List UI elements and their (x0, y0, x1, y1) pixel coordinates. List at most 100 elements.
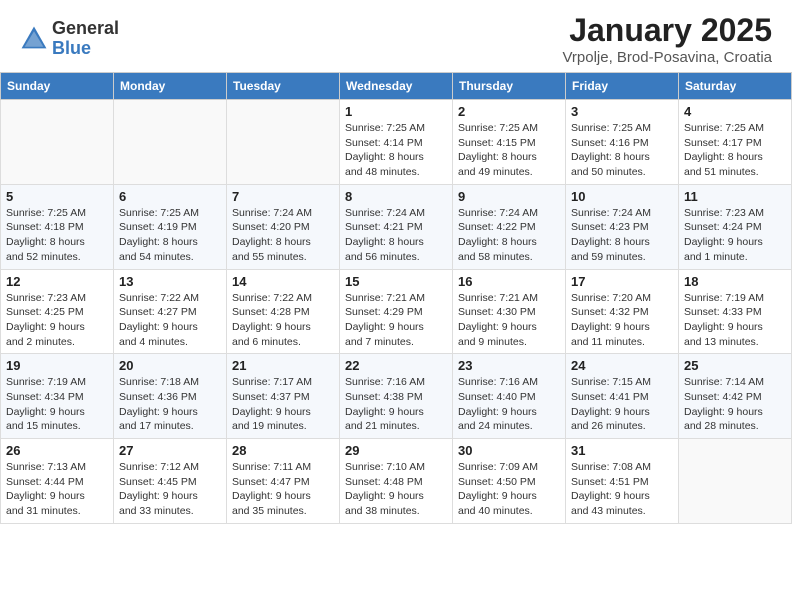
weekday-header-cell: Friday (566, 73, 679, 100)
calendar-cell (227, 100, 340, 185)
day-number: 1 (345, 104, 447, 119)
calendar-cell: 31 Sunrise: 7:08 AMSunset: 4:51 PMDayligh… (566, 439, 679, 524)
calendar-cell: 3 Sunrise: 7:25 AMSunset: 4:16 PMDaylight… (566, 100, 679, 185)
calendar-cell: 19 Sunrise: 7:19 AMSunset: 4:34 PMDayligh… (1, 354, 114, 439)
logo-general: General (52, 19, 119, 39)
calendar-cell: 27 Sunrise: 7:12 AMSunset: 4:45 PMDayligh… (114, 439, 227, 524)
calendar-cell: 23 Sunrise: 7:16 AMSunset: 4:40 PMDayligh… (453, 354, 566, 439)
day-info: Sunrise: 7:11 AMSunset: 4:47 PMDaylight:… (232, 460, 334, 519)
day-info: Sunrise: 7:12 AMSunset: 4:45 PMDaylight:… (119, 460, 221, 519)
calendar-cell (679, 439, 792, 524)
day-info: Sunrise: 7:15 AMSunset: 4:41 PMDaylight:… (571, 375, 673, 434)
location-title: Vrpolje, Brod-Posavina, Croatia (562, 49, 772, 66)
calendar-cell: 6Sunrise: 7:25 AMSunset: 4:19 PMDaylight… (114, 184, 227, 269)
day-info: Sunrise: 7:23 AMSunset: 4:24 PMDaylight:… (684, 206, 786, 265)
day-number: 10 (571, 189, 673, 204)
day-number: 11 (684, 189, 786, 204)
calendar-cell: 8Sunrise: 7:24 AMSunset: 4:21 PMDaylight… (340, 184, 453, 269)
calendar-cell: 30Sunrise: 7:09 AMSunset: 4:50 PMDayligh… (453, 439, 566, 524)
day-number: 2 (458, 104, 560, 119)
day-number: 28 (232, 443, 334, 458)
day-info: Sunrise: 7:25 AMSunset: 4:14 PMDaylight:… (345, 121, 447, 180)
calendar-cell: 26 Sunrise: 7:13 AMSunset: 4:44 PMDayligh… (1, 439, 114, 524)
calendar-cell: 20 Sunrise: 7:18 AMSunset: 4:36 PMDayligh… (114, 354, 227, 439)
day-number: 4 (684, 104, 786, 119)
weekday-header-cell: Sunday (1, 73, 114, 100)
calendar-cell: 17 Sunrise: 7:20 AMSunset: 4:32 PMDayligh… (566, 269, 679, 354)
day-info: Sunrise: 7:21 AMSunset: 4:30 PMDaylight:… (458, 291, 560, 350)
day-number: 20 (119, 358, 221, 373)
day-info: Sunrise: 7:24 AMSunset: 4:22 PMDaylight:… (458, 206, 560, 265)
day-number: 23 (458, 358, 560, 373)
calendar-week-row: 19 Sunrise: 7:19 AMSunset: 4:34 PMDayligh… (1, 354, 792, 439)
day-info: Sunrise: 7:19 AMSunset: 4:34 PMDaylight:… (6, 375, 108, 434)
calendar-cell: 5Sunrise: 7:25 AMSunset: 4:18 PMDaylight… (1, 184, 114, 269)
calendar-cell: 18Sunrise: 7:19 AMSunset: 4:33 PMDayligh… (679, 269, 792, 354)
day-number: 27 (119, 443, 221, 458)
day-info: Sunrise: 7:25 AMSunset: 4:17 PMDaylight:… (684, 121, 786, 180)
day-info: Sunrise: 7:09 AMSunset: 4:50 PMDaylight:… (458, 460, 560, 519)
day-info: Sunrise: 7:21 AMSunset: 4:29 PMDaylight:… (345, 291, 447, 350)
weekday-header-cell: Tuesday (227, 73, 340, 100)
weekday-header-cell: Wednesday (340, 73, 453, 100)
day-number: 17 (571, 274, 673, 289)
calendar-cell: 25 Sunrise: 7:14 AMSunset: 4:42 PMDayligh… (679, 354, 792, 439)
day-number: 3 (571, 104, 673, 119)
calendar-cell: 16Sunrise: 7:21 AMSunset: 4:30 PMDayligh… (453, 269, 566, 354)
day-info: Sunrise: 7:16 AMSunset: 4:40 PMDaylight:… (458, 375, 560, 434)
weekday-header-cell: Thursday (453, 73, 566, 100)
calendar-week-row: 26 Sunrise: 7:13 AMSunset: 4:44 PMDayligh… (1, 439, 792, 524)
title-block: January 2025 Vrpolje, Brod-Posavina, Cro… (562, 12, 772, 66)
day-info: Sunrise: 7:13 AMSunset: 4:44 PMDaylight:… (6, 460, 108, 519)
day-info: Sunrise: 7:16 AMSunset: 4:38 PMDaylight:… (345, 375, 447, 434)
weekday-header-cell: Monday (114, 73, 227, 100)
day-info: Sunrise: 7:20 AMSunset: 4:32 PMDaylight:… (571, 291, 673, 350)
day-info: Sunrise: 7:24 AMSunset: 4:20 PMDaylight:… (232, 206, 334, 265)
day-number: 22 (345, 358, 447, 373)
calendar-cell: 1 Sunrise: 7:25 AMSunset: 4:14 PMDaylight… (340, 100, 453, 185)
day-number: 7 (232, 189, 334, 204)
calendar-cell: 7 Sunrise: 7:24 AMSunset: 4:20 PMDaylight… (227, 184, 340, 269)
day-number: 5 (6, 189, 108, 204)
calendar-cell: 28 Sunrise: 7:11 AMSunset: 4:47 PMDayligh… (227, 439, 340, 524)
logo-text: General Blue (52, 19, 119, 59)
day-number: 31 (571, 443, 673, 458)
day-info: Sunrise: 7:08 AMSunset: 4:51 PMDaylight:… (571, 460, 673, 519)
logo: General Blue (20, 19, 119, 59)
day-info: Sunrise: 7:22 AMSunset: 4:28 PMDaylight:… (232, 291, 334, 350)
calendar-cell: 10 Sunrise: 7:24 AMSunset: 4:23 PMDayligh… (566, 184, 679, 269)
calendar-cell: 21Sunrise: 7:17 AMSunset: 4:37 PMDayligh… (227, 354, 340, 439)
calendar-cell: 14 Sunrise: 7:22 AMSunset: 4:28 PMDayligh… (227, 269, 340, 354)
day-info: Sunrise: 7:24 AMSunset: 4:23 PMDaylight:… (571, 206, 673, 265)
weekday-header-cell: Saturday (679, 73, 792, 100)
calendar-cell: 13 Sunrise: 7:22 AMSunset: 4:27 PMDayligh… (114, 269, 227, 354)
calendar-week-row: 12 Sunrise: 7:23 AMSunset: 4:25 PMDayligh… (1, 269, 792, 354)
day-number: 13 (119, 274, 221, 289)
calendar-cell: 9Sunrise: 7:24 AMSunset: 4:22 PMDaylight… (453, 184, 566, 269)
day-info: Sunrise: 7:25 AMSunset: 4:19 PMDaylight:… (119, 206, 221, 265)
calendar-table: SundayMondayTuesdayWednesdayThursdayFrid… (0, 72, 792, 524)
day-number: 26 (6, 443, 108, 458)
day-number: 21 (232, 358, 334, 373)
day-info: Sunrise: 7:14 AMSunset: 4:42 PMDaylight:… (684, 375, 786, 434)
day-info: Sunrise: 7:25 AMSunset: 4:16 PMDaylight:… (571, 121, 673, 180)
weekday-header-row: SundayMondayTuesdayWednesdayThursdayFrid… (1, 73, 792, 100)
day-info: Sunrise: 7:18 AMSunset: 4:36 PMDaylight:… (119, 375, 221, 434)
day-number: 14 (232, 274, 334, 289)
calendar-cell: 2Sunrise: 7:25 AMSunset: 4:15 PMDaylight… (453, 100, 566, 185)
page-header: General Blue January 2025 Vrpolje, Brod-… (0, 0, 792, 72)
calendar-cell (114, 100, 227, 185)
day-number: 15 (345, 274, 447, 289)
day-info: Sunrise: 7:22 AMSunset: 4:27 PMDaylight:… (119, 291, 221, 350)
day-number: 29 (345, 443, 447, 458)
day-number: 25 (684, 358, 786, 373)
month-title: January 2025 (562, 12, 772, 49)
day-info: Sunrise: 7:10 AMSunset: 4:48 PMDaylight:… (345, 460, 447, 519)
calendar-cell: 12 Sunrise: 7:23 AMSunset: 4:25 PMDayligh… (1, 269, 114, 354)
day-info: Sunrise: 7:23 AMSunset: 4:25 PMDaylight:… (6, 291, 108, 350)
calendar-cell: 24Sunrise: 7:15 AMSunset: 4:41 PMDayligh… (566, 354, 679, 439)
day-number: 8 (345, 189, 447, 204)
day-number: 19 (6, 358, 108, 373)
day-number: 12 (6, 274, 108, 289)
calendar-cell: 15 Sunrise: 7:21 AMSunset: 4:29 PMDayligh… (340, 269, 453, 354)
